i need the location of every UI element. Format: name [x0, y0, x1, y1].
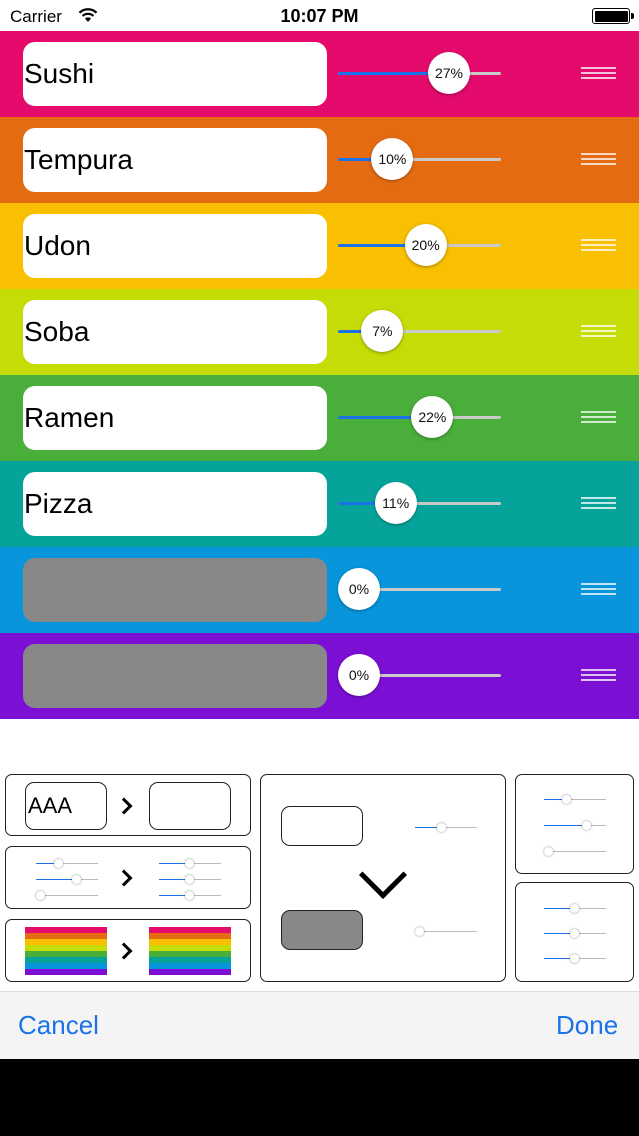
- percent-slider[interactable]: [338, 502, 501, 505]
- app-screen: Carrier 10:07 PM Sushi 27% Tempura 10% Udon 2…: [0, 0, 639, 1136]
- slider-thumb[interactable]: 22%: [411, 396, 454, 438]
- item-slider-icon: [415, 823, 477, 832]
- item-name-field[interactable]: Sushi: [23, 42, 327, 106]
- list-item: Soba 7%: [0, 289, 639, 375]
- slider-thumb[interactable]: 7%: [361, 310, 404, 352]
- reorder-handle-icon[interactable]: [581, 67, 616, 81]
- slider-layout-a-icon-2: [544, 821, 606, 830]
- arrow-right-icon: [115, 942, 133, 960]
- bottom-black-area: [0, 1059, 639, 1136]
- reorder-handle-icon[interactable]: [581, 669, 616, 683]
- sliders-before-icon: [36, 859, 98, 868]
- percent-slider[interactable]: [338, 72, 501, 75]
- cancel-button[interactable]: Cancel: [18, 1010, 99, 1041]
- slider-thumb[interactable]: 0%: [338, 568, 380, 610]
- slider-layout-b-icon-3: [544, 954, 606, 963]
- slider-layout-b-icon-2: [544, 929, 606, 938]
- rename-after-box: [149, 782, 231, 830]
- arrow-right-icon: [115, 797, 133, 815]
- slider-thumb[interactable]: 0%: [338, 654, 380, 696]
- option-slider-layout-a[interactable]: [515, 774, 634, 874]
- reorder-handle-icon[interactable]: [581, 411, 616, 425]
- blank-box-icon: [281, 910, 363, 950]
- item-name-field[interactable]: Pizza: [23, 472, 327, 536]
- sliders-after-icon-3: [159, 891, 221, 900]
- arrow-right-icon: [115, 869, 133, 887]
- list-item: Sushi 27%: [0, 31, 639, 117]
- item-name-field[interactable]: [23, 644, 327, 708]
- reorder-handle-icon[interactable]: [581, 325, 616, 339]
- list-item: 0%: [0, 547, 639, 633]
- list-item: Pizza 11%: [0, 461, 639, 547]
- item-name-field[interactable]: [23, 558, 327, 622]
- rainbow-after-icon: [149, 927, 231, 975]
- percent-slider[interactable]: [338, 158, 501, 161]
- rename-before-box: AAA: [25, 782, 107, 830]
- blank-slider-icon: [415, 927, 477, 936]
- reorder-handle-icon[interactable]: [581, 583, 616, 597]
- slider-layout-a-icon: [544, 795, 606, 804]
- item-name-field[interactable]: Udon: [23, 214, 327, 278]
- item-name-field[interactable]: Soba: [23, 300, 327, 364]
- slider-thumb[interactable]: 20%: [404, 224, 447, 266]
- rainbow-before-icon: [25, 927, 107, 975]
- done-button[interactable]: Done: [556, 1010, 618, 1041]
- item-name-field[interactable]: Ramen: [23, 386, 327, 450]
- sliders-after-icon-2: [159, 875, 221, 884]
- option-slider-layout-b[interactable]: [515, 882, 634, 982]
- slider-thumb[interactable]: 11%: [374, 482, 417, 524]
- reorder-handle-icon[interactable]: [581, 497, 616, 511]
- status-bar: Carrier 10:07 PM: [0, 0, 639, 31]
- clock-time: 10:07 PM: [280, 6, 359, 26]
- reorder-handle-icon[interactable]: [581, 153, 616, 167]
- bottom-toolbar: Cancel Done: [0, 991, 639, 1059]
- sliders-before-icon-2: [36, 875, 98, 884]
- slider-layout-a-icon-3: [544, 847, 606, 856]
- list-item: 0%: [0, 633, 639, 719]
- slider-thumb[interactable]: 10%: [371, 138, 414, 180]
- option-rename-items[interactable]: AAA: [5, 774, 251, 836]
- item-box-icon: [281, 806, 363, 846]
- sliders-after-icon: [159, 859, 221, 868]
- item-list: Sushi 27% Tempura 10% Udon 20% Soba 7% Ramen 22% P…: [0, 31, 639, 719]
- list-item: Tempura 10%: [0, 117, 639, 203]
- item-name-field[interactable]: Tempura: [23, 128, 327, 192]
- option-reset-values[interactable]: [5, 846, 251, 909]
- list-item: Udon 20%: [0, 203, 639, 289]
- rename-example-text: AAA: [28, 793, 73, 818]
- reorder-handle-icon[interactable]: [581, 239, 616, 253]
- slider-thumb[interactable]: 27%: [428, 52, 470, 94]
- battery-icon: [592, 8, 634, 24]
- list-item: Ramen 22%: [0, 375, 639, 461]
- option-reset-colors[interactable]: [5, 919, 251, 982]
- sliders-before-icon-3: [36, 891, 98, 900]
- slider-layout-b-icon: [544, 904, 606, 913]
